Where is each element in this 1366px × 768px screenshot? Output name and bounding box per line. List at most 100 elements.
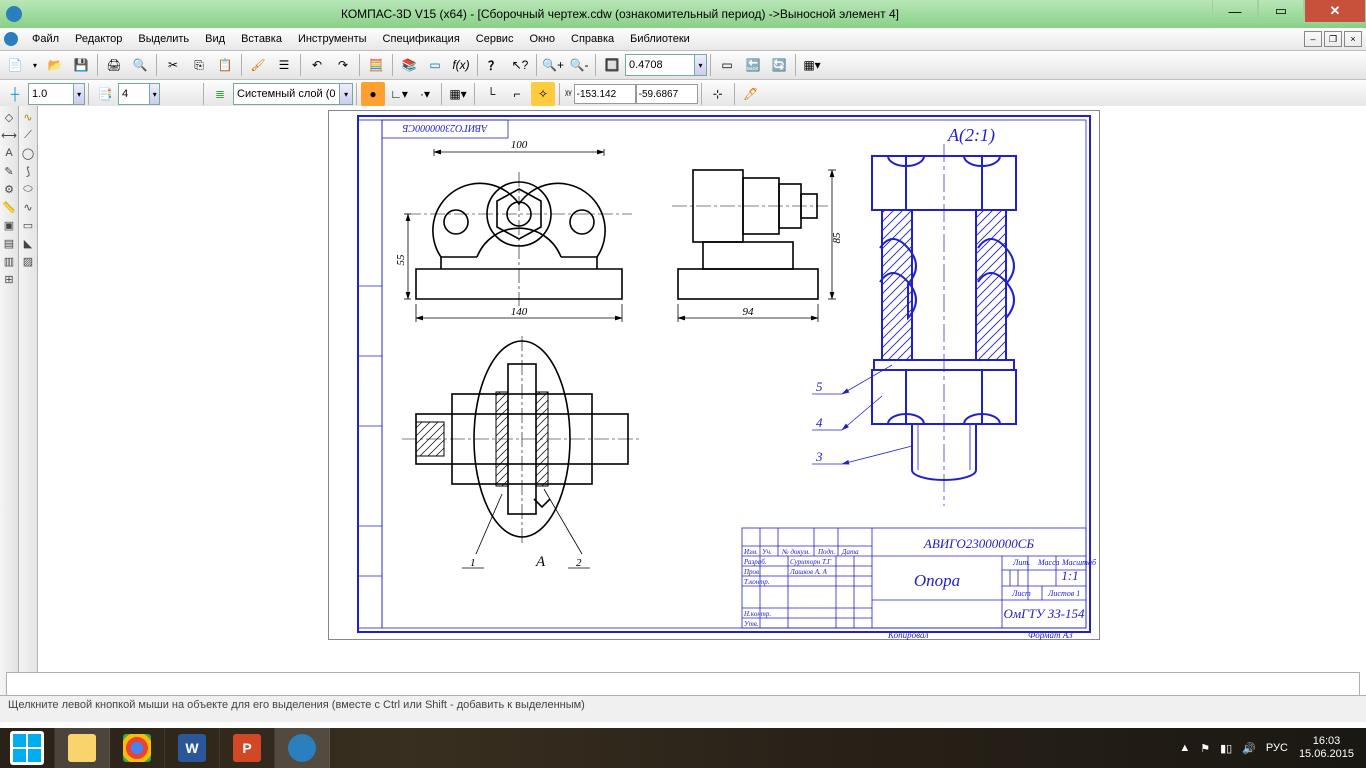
task-word[interactable]: W [165, 728, 220, 768]
spline-tool[interactable]: ∿ [20, 199, 36, 215]
line-tool[interactable]: ⟋ [20, 127, 36, 143]
task-powerpoint[interactable]: P [220, 728, 275, 768]
chamfer-tool[interactable]: ◣ [20, 235, 36, 251]
coord-x[interactable]: -153.142 [574, 84, 636, 104]
assoc-icon[interactable]: ⊞ [1, 271, 17, 287]
undo-button[interactable]: ↶ [305, 53, 329, 77]
axis[interactable]: ⊹ [706, 82, 730, 106]
linewidth-combo[interactable]: ▾ [28, 83, 85, 105]
mdi-close[interactable]: × [1344, 31, 1362, 47]
menu-insert[interactable]: Вставка [233, 30, 290, 48]
zoom-prev[interactable]: 🔙 [741, 53, 765, 77]
windows-button[interactable]: ▦▾ [800, 53, 824, 77]
new-button[interactable]: 📄 [3, 53, 27, 77]
cut-button[interactable]: ✂ [161, 53, 185, 77]
menu-service[interactable]: Сервис [468, 30, 522, 48]
properties[interactable]: ☰ [272, 53, 296, 77]
redo-button[interactable]: ↷ [331, 53, 355, 77]
snap-point[interactable]: ·▾ [413, 82, 437, 106]
taskbar: W P ▲ ⚑ ▮▯ 🔊 РУС 16:03 15.06.2015 [0, 728, 1366, 768]
measure-icon[interactable]: 📏 [1, 199, 17, 215]
menu-file[interactable]: Файл [24, 30, 67, 48]
mdi-controls: – ❐ × [1304, 31, 1362, 47]
edit-button[interactable]: 🖊 [739, 82, 763, 106]
dim-icon[interactable]: ⟷ [1, 127, 17, 143]
zoom-in[interactable]: 🔍+ [541, 53, 565, 77]
snap-toggle[interactable]: ● [361, 82, 385, 106]
print-button[interactable]: 🖨 [102, 53, 126, 77]
round[interactable]: ⌐ [505, 82, 529, 106]
var-button[interactable]: f(x) [449, 53, 473, 77]
ellipse-tool[interactable]: ⬭ [20, 181, 36, 197]
task-explorer[interactable] [55, 728, 110, 768]
spec-button[interactable]: ▭ [423, 53, 447, 77]
grid[interactable]: ▦▾ [446, 82, 470, 106]
param-icon[interactable]: ⚙ [1, 181, 17, 197]
mdi-min[interactable]: – [1304, 31, 1322, 47]
ortho-hv[interactable]: ┼ [3, 82, 27, 106]
menu-view[interactable]: Вид [197, 30, 233, 48]
arc-tool[interactable]: ⟆ [20, 163, 36, 179]
hatch-tool[interactable]: ▨ [20, 253, 36, 269]
library-button[interactable]: 📚 [397, 53, 421, 77]
menu-help[interactable]: Справка [563, 30, 622, 48]
spec-icon[interactable]: ▤ [1, 235, 17, 251]
mdi-restore[interactable]: ❐ [1324, 31, 1342, 47]
zoom-fit[interactable]: ▭ [715, 53, 739, 77]
menu-tools[interactable]: Инструменты [290, 30, 375, 48]
tray-lang[interactable]: РУС [1266, 742, 1288, 754]
paste-button[interactable]: 📋 [213, 53, 237, 77]
zoom-refresh[interactable]: 🔄 [767, 53, 791, 77]
drawing-canvas[interactable]: АВИГО23000000СБ 100 [38, 106, 1366, 700]
tray-action-icon[interactable]: ⚑ [1200, 742, 1210, 755]
ortho[interactable]: └ [479, 82, 503, 106]
calc-button[interactable]: 🧮 [364, 53, 388, 77]
layernum-combo[interactable]: ▾ [118, 83, 160, 105]
system-tray: ▲ ⚑ ▮▯ 🔊 РУС 16:03 15.06.2015 [1174, 735, 1366, 761]
layer-combo[interactable]: ▾ [233, 83, 353, 105]
task-kompas[interactable] [275, 728, 330, 768]
close-button[interactable]: ✕ [1304, 0, 1366, 23]
zoom-combo[interactable]: ▾ [625, 54, 707, 76]
circle-tool[interactable]: ◯ [20, 145, 36, 161]
help-button[interactable]: ？ [482, 53, 506, 77]
menu-window[interactable]: Окно [521, 30, 563, 48]
save-button[interactable]: 💾 [69, 53, 93, 77]
menu-editor[interactable]: Редактор [67, 30, 130, 48]
start-button[interactable] [0, 728, 55, 768]
svg-text:5: 5 [816, 379, 823, 394]
text-icon[interactable]: A [1, 145, 17, 161]
minimize-button[interactable]: — [1212, 0, 1258, 23]
zoom-window[interactable]: 🔲 [600, 53, 624, 77]
layers-button[interactable]: 📑 [93, 82, 117, 106]
menu-select[interactable]: Выделить [130, 30, 197, 48]
svg-text:№ докум.: № докум. [781, 548, 810, 556]
geom-icon[interactable]: ◇ [1, 109, 17, 125]
svg-text:Изм.: Изм. [743, 548, 758, 556]
menu-libs[interactable]: Библиотеки [622, 30, 698, 48]
copy-button[interactable]: ⎘ [187, 53, 211, 77]
snap-end[interactable]: ∟▾ [387, 82, 411, 106]
coord-y[interactable]: -59.6867 [636, 84, 698, 104]
rect-tool[interactable]: ▭ [20, 217, 36, 233]
maximize-button[interactable]: ▭ [1258, 0, 1304, 23]
edit-icon[interactable]: ✎ [1, 163, 17, 179]
point-tool[interactable]: ∿ [20, 109, 36, 125]
zoom-input[interactable] [626, 59, 694, 71]
sel-icon[interactable]: ▣ [1, 217, 17, 233]
open-button[interactable]: 📂 [43, 53, 67, 77]
layer-manager[interactable]: ≣ [208, 82, 232, 106]
new-dd[interactable]: ▾ [29, 53, 41, 77]
preview-button[interactable]: 🔍 [128, 53, 152, 77]
tray-up-icon[interactable]: ▲ [1179, 742, 1190, 754]
lcs[interactable]: ✧ [531, 82, 555, 106]
tray-volume-icon[interactable]: 🔊 [1242, 742, 1256, 755]
tray-network-icon[interactable]: ▮▯ [1220, 742, 1232, 755]
zoom-out[interactable]: 🔍- [567, 53, 591, 77]
tray-clock[interactable]: 16:03 15.06.2015 [1299, 735, 1354, 761]
menu-spec[interactable]: Спецификация [375, 30, 468, 48]
copy-props[interactable]: 🖌 [246, 53, 270, 77]
report-icon[interactable]: ▥ [1, 253, 17, 269]
task-chrome[interactable] [110, 728, 165, 768]
whatsthis[interactable]: ↖? [508, 53, 532, 77]
